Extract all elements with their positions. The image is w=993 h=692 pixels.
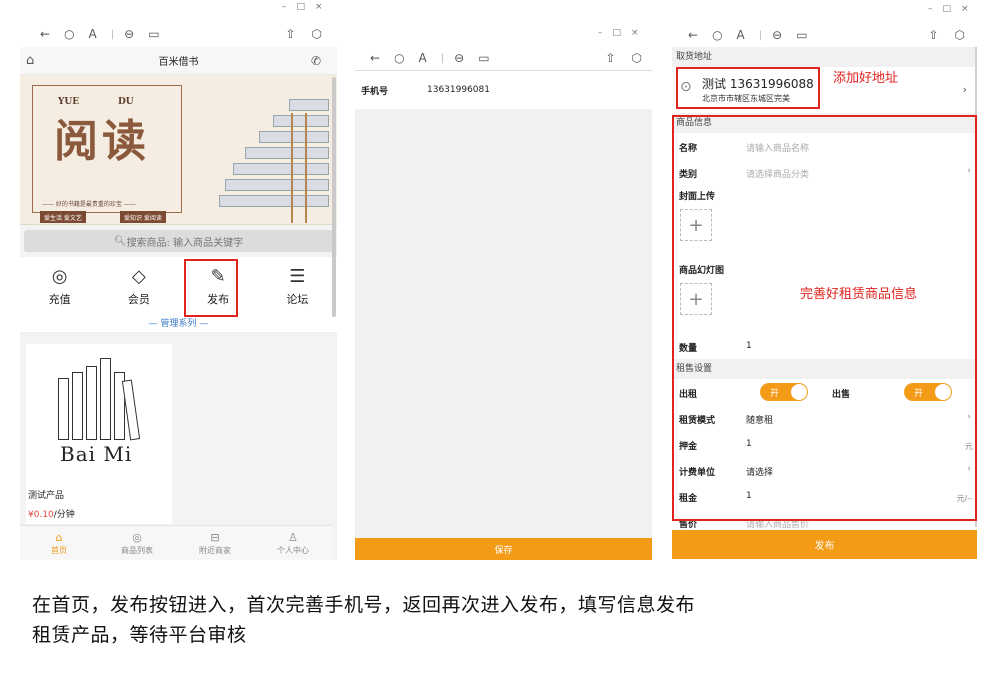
books-illustration — [219, 89, 329, 223]
tab-label: 首页 — [51, 545, 67, 555]
window-icon[interactable]: ▭ — [478, 51, 489, 65]
phone-row: 手机号 13631996081 — [355, 71, 652, 109]
app-header: ⌂ 百米借书 ✆ — [20, 47, 337, 75]
font-icon[interactable]: A — [89, 27, 97, 41]
annotation-goods-info: 完善好租赁商品信息 — [800, 287, 918, 302]
back-icon[interactable]: ← — [370, 51, 380, 65]
share-icon[interactable]: ⇧ — [928, 28, 938, 42]
toolbar-separator: | — [110, 28, 115, 40]
annotation-address: 添加好地址 — [833, 71, 899, 86]
tab-profile[interactable]: ♙ 个人中心 — [254, 526, 332, 560]
banner-chip: 爱生活 爱文艺 — [40, 211, 86, 223]
tab-label: 附近商家 — [199, 545, 231, 555]
chevron-right-icon: › — [962, 83, 967, 96]
user-icon: ♙ — [288, 530, 298, 544]
caption-line-2: 租赁产品，等待平台审核 — [32, 624, 247, 646]
package-icon[interactable]: ⬡ — [632, 51, 642, 65]
banner-title: 阅读 — [54, 116, 150, 167]
app-title: 百米借书 — [158, 57, 199, 68]
tab-nearby[interactable]: ⊟ 附近商家 — [176, 526, 254, 560]
font-icon[interactable]: A — [737, 28, 745, 42]
product-logo: Bai Mi — [26, 344, 172, 480]
banner-chip: 爱知识 爱阅读 — [120, 211, 166, 223]
tab-products[interactable]: ◎ 商品列表 — [98, 526, 176, 560]
banner-tagline: —— 好的书籍是最贵重的珍宝 —— — [42, 201, 136, 208]
menu-label: 充值 — [48, 292, 71, 306]
search-placeholder: 搜索商品: 输入商品关键字 — [126, 237, 244, 249]
window-controls-3[interactable]: –□× — [928, 4, 979, 14]
quick-menu: ◎ 充值 ◇ 会员 ✎ 发布 ☰ 论坛 — [20, 257, 337, 315]
link-icon[interactable]: ⊖ — [124, 27, 134, 41]
search-icon: 🔍︎ — [113, 235, 127, 247]
scrollbar[interactable] — [332, 77, 336, 317]
refresh-icon[interactable]: ○ — [712, 28, 722, 42]
phone-setup-screen: 手机号 13631996081 保存 — [355, 70, 652, 560]
product-price: ¥0.10/分钟 — [28, 507, 172, 520]
font-icon[interactable]: A — [419, 51, 427, 65]
phone-icon[interactable]: ✆ — [311, 54, 321, 68]
toolbar-2: ← ○ A | ⊖ ▭ ⇧ ⬡ — [370, 46, 650, 70]
toolbar-separator: | — [758, 29, 763, 41]
caption-line-1: 在首页，发布按钮进入，首次完善手机号，返回再次进入发布，填写信息发布 — [32, 594, 696, 616]
package-icon[interactable]: ⬡ — [955, 28, 965, 42]
address-section-head: 取货地址 — [672, 47, 977, 67]
phone-label: 手机号 — [361, 86, 389, 97]
menu-label: 会员 — [127, 292, 150, 306]
highlight-goods-info — [672, 115, 977, 521]
banner-image[interactable]: YUE DU 阅读 —— 好的书籍是最贵重的珍宝 —— 爱生活 爱文艺 爱知识 … — [20, 75, 337, 225]
window-icon[interactable]: ▭ — [148, 27, 159, 41]
forum-icon: ☰ — [289, 265, 306, 287]
home-icon: ⌂ — [55, 530, 63, 544]
search-input[interactable]: 🔍︎ 搜索商品: 输入商品关键字 — [24, 230, 333, 252]
back-icon[interactable]: ← — [688, 28, 698, 42]
price-value: ¥0.10 — [28, 510, 54, 520]
toolbar-1: ← ○ A | ⊖ ▭ ⇧ ⬡ — [40, 22, 330, 46]
section-title[interactable]: — 管理系列 — — [20, 315, 337, 333]
product-name: 测试产品 — [28, 491, 65, 501]
package-icon[interactable]: ⬡ — [312, 27, 322, 41]
bottom-tabbar: ⌂ 首页 ◎ 商品列表 ⊟ 附近商家 ♙ 个人中心 — [20, 525, 332, 560]
refresh-icon[interactable]: ○ — [64, 27, 74, 41]
toolbar-3: ← ○ A | ⊖ ▭ ⇧ ⬡ — [688, 23, 973, 47]
menu-vip[interactable]: ◇ 会员 — [99, 257, 178, 315]
window-controls-1[interactable]: –□× — [282, 2, 333, 12]
price-unit: /分钟 — [53, 510, 75, 520]
highlight-publish — [184, 259, 238, 317]
tab-home[interactable]: ⌂ 首页 — [20, 526, 98, 560]
refresh-icon[interactable]: ○ — [394, 51, 404, 65]
compass-icon: ◎ — [132, 530, 142, 544]
vip-icon: ◇ — [131, 265, 146, 287]
logo-text: Bai Mi — [60, 442, 133, 466]
window-controls-2[interactable]: –□× — [598, 28, 649, 38]
publish-button[interactable]: 发布 — [672, 530, 977, 559]
window-icon[interactable]: ▭ — [796, 28, 807, 42]
share-icon[interactable]: ⇧ — [285, 27, 295, 41]
link-icon[interactable]: ⊖ — [772, 28, 782, 42]
link-icon[interactable]: ⊖ — [454, 51, 464, 65]
tab-label: 个人中心 — [277, 545, 309, 555]
store-icon: ⊟ — [210, 530, 220, 544]
recharge-icon: ◎ — [51, 265, 68, 287]
phone-input[interactable]: 13631996081 — [427, 85, 490, 95]
back-icon[interactable]: ← — [40, 27, 50, 41]
home-screen: ⌂ 百米借书 ✆ YUE DU 阅读 —— 好的书籍是最贵重的珍宝 —— 爱生活… — [20, 47, 337, 560]
share-icon[interactable]: ⇧ — [605, 51, 615, 65]
highlight-address — [676, 67, 820, 109]
menu-label: 论坛 — [286, 292, 309, 306]
menu-forum[interactable]: ☰ 论坛 — [258, 257, 337, 315]
home-icon[interactable]: ⌂ — [26, 53, 34, 68]
product-card[interactable]: Bai Mi 测试产品 ¥0.10/分钟 — [26, 344, 172, 524]
save-button[interactable]: 保存 — [355, 538, 652, 560]
tab-label: 商品列表 — [121, 545, 153, 555]
toolbar-separator: | — [440, 52, 445, 64]
menu-recharge[interactable]: ◎ 充值 — [20, 257, 99, 315]
